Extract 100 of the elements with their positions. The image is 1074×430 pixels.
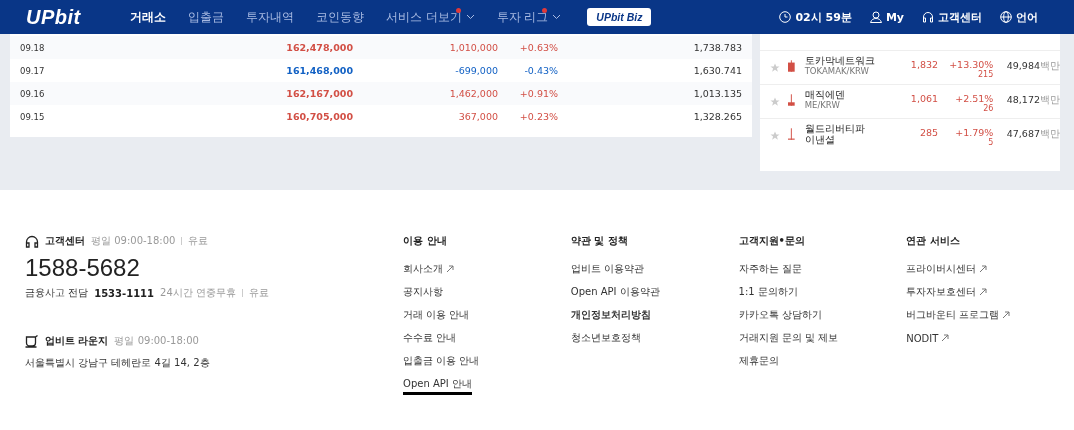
nav-tab[interactable]: 거래소 — [130, 9, 166, 25]
lounge-hours: 평일 09:00-18:00 — [114, 334, 199, 348]
footer-link[interactable]: 입출금 이용 안내 — [403, 354, 480, 372]
external-link-icon — [979, 265, 988, 273]
date-cell-text: 09.17 — [20, 65, 46, 76]
trade-volume: 47,687 — [1006, 128, 1040, 139]
coin-row[interactable]: 토카막네트워크 TOKAMAK/KRW 1,832 +13.30% 215 49,984백만 — [760, 50, 1060, 84]
rate-cell-text: +0.91% — [518, 88, 558, 99]
footer-link[interactable]: Open API 안내 — [403, 377, 472, 395]
cup-icon — [25, 334, 39, 348]
coin-price: 1,832 — [909, 58, 939, 70]
rate-cell-text: +0.63% — [518, 42, 558, 53]
clock-icon — [779, 11, 792, 23]
date-cell-text: 09.18 — [20, 42, 46, 53]
nav-tab[interactable]: 투자내역 — [246, 9, 294, 25]
change-rate: +2.51% — [955, 93, 994, 104]
coin-row[interactable]: 월드리버티파이낸셜 285 +1.79% 5 47,687백만 — [760, 118, 1060, 152]
date-cell-text: 09.15 — [20, 111, 46, 122]
external-link-icon — [1002, 311, 1011, 319]
footer-link[interactable]: 회사소개 — [403, 262, 455, 280]
change-amount: 215 — [978, 70, 994, 79]
globe-icon — [1000, 11, 1012, 23]
footer-link[interactable]: 수수료 안내 — [403, 331, 457, 349]
caret-icon — [552, 14, 562, 20]
star-icon[interactable] — [770, 131, 780, 141]
coin-name: 토카막네트워크 — [804, 55, 876, 66]
change-cell-text: 367,000 — [457, 111, 498, 122]
footer-link[interactable]: 개인정보처리방침 — [570, 308, 651, 326]
new-dot — [455, 7, 461, 13]
footer-link[interactable]: 거래 이용 안내 — [403, 308, 470, 326]
change-rate: +1.79% — [955, 127, 994, 138]
footer-link[interactable]: 자주하는 질문 — [738, 262, 802, 280]
logo[interactable]: UPbit — [26, 5, 130, 29]
change-amount: 5 — [988, 138, 994, 147]
star-icon[interactable] — [770, 97, 780, 107]
coin-ticker: ME/KRW — [804, 100, 841, 110]
change-rate: +13.30% — [949, 59, 994, 70]
external-link-icon — [979, 288, 988, 296]
footer-link[interactable]: 1:1 문의하기 — [738, 285, 798, 303]
fraud-hours: 24시간 연중무휴 — [160, 286, 236, 300]
volume-cell-text: 1,630.741 — [692, 65, 742, 76]
external-link-icon — [941, 334, 950, 342]
footer-link[interactable]: NODIT — [906, 331, 950, 349]
footer-column-title: 연관 서비스 — [906, 234, 961, 248]
change-cell-text: -699,000 — [454, 65, 498, 76]
nav-tab[interactable]: 투자 리그 — [496, 9, 562, 25]
volume-cell-text: 1,328.265 — [692, 111, 742, 122]
coin-price: 285 — [918, 126, 939, 138]
volume-unit: 백만 — [1040, 94, 1060, 105]
footer-link[interactable]: 투자자보호센터 — [906, 285, 988, 303]
footer-link[interactable]: 제휴문의 — [738, 354, 779, 372]
time-link[interactable]: 02시 59분 — [779, 9, 852, 25]
coin-name: 월드리버티파이낸셜 — [804, 123, 866, 145]
nav-tab[interactable]: 입출금 — [188, 9, 224, 25]
footer-link[interactable]: 업비트 이용약관 — [570, 262, 644, 280]
candle-icon — [788, 128, 795, 140]
volume-cell-text: 1,738.783 — [692, 42, 742, 53]
support-hours: 평일 09:00-18:00 — [91, 234, 176, 248]
fraud-fee: 유료 — [248, 286, 269, 300]
candle-icon — [788, 60, 795, 72]
support-link[interactable]: 고객센터 — [922, 9, 982, 25]
price-cell-text: 160,705,000 — [285, 111, 353, 122]
biz-button[interactable]: UPbit Biz — [587, 8, 652, 26]
user-icon — [869, 11, 882, 23]
footer-link[interactable]: 프라이버시센터 — [906, 262, 988, 280]
support-fee: 유료 — [188, 234, 209, 248]
headset-icon — [25, 234, 39, 248]
lounge-title: 업비트 라운지 — [45, 334, 109, 348]
footer-link[interactable]: 청소년보호정책 — [570, 331, 641, 349]
date-cell-text: 09.16 — [20, 88, 46, 99]
my-link[interactable]: My — [869, 10, 904, 24]
volume-unit: 백만 — [1040, 60, 1060, 71]
footer-column-title: 약관 및 정책 — [570, 234, 629, 248]
trade-volume: 49,984 — [1006, 60, 1040, 71]
coin-row[interactable]: 매직에덴 ME/KRW 1,061 +2.51% 26 48,172 백만 — [760, 84, 1060, 118]
change-cell-text: 1,010,000 — [448, 42, 498, 53]
rate-cell-text: -0.43% — [523, 65, 558, 76]
nav-tab[interactable]: 코인동향 — [316, 9, 364, 25]
footer-link[interactable]: 카카오톡 상담하기 — [738, 308, 822, 326]
nav-tab[interactable]: 서비스 더보기 — [386, 9, 475, 25]
fraud-phone: 1533-1111 — [94, 287, 154, 299]
language-link[interactable]: 언어 — [1000, 9, 1038, 25]
caret-icon — [465, 14, 475, 20]
external-link-icon — [446, 265, 455, 273]
candle-icon — [788, 94, 795, 106]
star-icon[interactable] — [770, 63, 780, 73]
fraud-label: 금융사고 전담 — [25, 286, 89, 300]
headset-icon — [922, 11, 934, 23]
change-cell-text: 1,462,000 — [448, 88, 498, 99]
footer-link[interactable]: 거래지원 문의 및 제보 — [738, 331, 839, 349]
price-cell-text: 161,468,000 — [285, 65, 353, 76]
support-title: 고객센터 — [45, 234, 85, 248]
footer-link[interactable]: 버그바운티 프로그램 — [906, 308, 1011, 326]
price-cell-text: 162,478,000 — [285, 42, 353, 53]
footer-link[interactable]: 공지사항 — [403, 285, 444, 303]
footer-link[interactable]: Open API 이용약관 — [570, 285, 660, 303]
lounge-address: 서울특별시 강남구 테헤란로 4길 14, 2층 — [25, 356, 211, 370]
volume-unit: 백만 — [1040, 128, 1060, 139]
change-amount: 26 — [983, 104, 994, 113]
rate-cell-text: +0.23% — [518, 111, 558, 122]
